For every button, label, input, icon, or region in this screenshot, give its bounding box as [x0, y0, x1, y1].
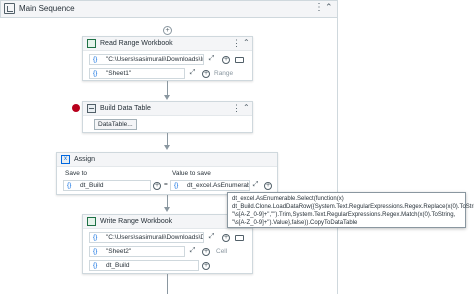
read-range-sheet-input[interactable]: {} "Sheet1": [89, 68, 185, 79]
assign-header: x Assign: [57, 153, 277, 167]
read-range-path-value: "C:\Users\sasimurali\Downloads\Input: [106, 56, 204, 63]
add-variable-icon[interactable]: +: [202, 248, 210, 256]
expand-editor-icon[interactable]: ⤢: [188, 69, 197, 78]
write-range-datatable-value: dt_Build: [106, 262, 130, 269]
read-range-title: Read Range Workbook: [100, 40, 173, 47]
write-range-datatable-input[interactable]: {} dt_Build: [89, 260, 199, 271]
table-icon: [87, 104, 96, 113]
write-range-title: Write Range Workbook: [100, 218, 173, 225]
connector-line: [167, 133, 168, 145]
assign-title: Assign: [74, 156, 96, 163]
write-range-sheet-value: "Sheet2": [106, 248, 132, 255]
build-table-menu-icon[interactable]: ⋮: [232, 103, 241, 114]
expression-icon: {}: [67, 182, 72, 189]
range-placeholder[interactable]: Range: [214, 70, 233, 77]
read-range-header: Read Range Workbook ⋮ ⌃: [83, 37, 252, 51]
add-variable-icon[interactable]: +: [153, 182, 161, 190]
value-to-save-input[interactable]: {} dt_excel.AsEnumerable: [170, 180, 250, 191]
expression-tooltip: dt_excel.AsEnumerable.Select(function(x)…: [227, 192, 474, 228]
expression-icon: {}: [93, 262, 98, 269]
equals-sign: =: [164, 181, 168, 188]
write-range-path-value: "C:\Users\sasimurali\Downloads\DELE: [106, 234, 203, 241]
excel-icon: [87, 217, 96, 226]
cell-placeholder[interactable]: Cell: [216, 248, 227, 255]
add-activity-icon[interactable]: +: [163, 26, 172, 35]
connector-arrow: [164, 207, 170, 212]
expand-editor-icon[interactable]: ⤢: [251, 181, 260, 190]
read-range-card[interactable]: Read Range Workbook ⋮ ⌃ {} "C:\Users\sas…: [82, 36, 253, 81]
add-variable-icon[interactable]: +: [202, 262, 210, 270]
build-table-collapse-icon[interactable]: ⌃: [243, 103, 250, 112]
read-range-sheet-value: "Sheet1": [106, 70, 132, 77]
connector-arrow: [164, 95, 170, 100]
browse-folder-icon[interactable]: [235, 235, 244, 241]
connector-arrow: [164, 145, 170, 150]
expand-editor-icon[interactable]: ⤢: [207, 55, 216, 64]
read-range-collapse-icon[interactable]: ⌃: [243, 38, 250, 47]
assign-card[interactable]: x Assign Save to Value to save {} dt_Bui…: [56, 152, 278, 195]
read-range-menu-icon[interactable]: ⋮: [232, 38, 241, 49]
expression-icon: {}: [93, 70, 98, 77]
add-variable-icon[interactable]: +: [222, 56, 230, 64]
save-to-value: dt_Build: [80, 182, 104, 189]
write-range-sheet-input[interactable]: {} "Sheet2": [89, 246, 185, 257]
expression-icon: {}: [174, 182, 179, 189]
save-to-input[interactable]: {} dt_Build: [63, 180, 151, 191]
expression-icon: {}: [93, 248, 98, 255]
connector-line: [167, 81, 168, 95]
sequence-title: Main Sequence: [19, 4, 75, 13]
browse-folder-icon[interactable]: [235, 57, 244, 63]
sequence-menu-icon[interactable]: ⋮: [314, 2, 324, 13]
save-to-label: Save to: [65, 170, 88, 177]
value-to-save-label: Value to save: [172, 170, 211, 177]
add-variable-icon[interactable]: +: [264, 182, 272, 190]
build-table-title: Build Data Table: [100, 105, 151, 112]
write-range-path-input[interactable]: {} "C:\Users\sasimurali\Downloads\DELE: [89, 232, 204, 243]
build-table-header: Build Data Table ⋮ ⌃: [83, 102, 252, 116]
sequence-icon: [4, 3, 15, 14]
assign-icon: x: [61, 155, 70, 164]
sequence-collapse-icon[interactable]: ⌃: [325, 2, 333, 13]
add-variable-icon[interactable]: +: [222, 234, 230, 242]
expression-icon: {}: [93, 234, 98, 241]
build-table-card[interactable]: Build Data Table ⋮ ⌃ DataTable...: [82, 101, 253, 133]
connector-line: [167, 195, 168, 207]
connector-line: [167, 274, 168, 294]
expression-icon: {}: [93, 56, 98, 63]
expand-editor-icon[interactable]: ⤢: [188, 247, 197, 256]
read-range-path-input[interactable]: {} "C:\Users\sasimurali\Downloads\Input: [89, 54, 204, 65]
value-to-save-value: dt_excel.AsEnumerable: [187, 182, 250, 189]
add-variable-icon[interactable]: +: [202, 70, 210, 78]
canvas-divider: [337, 0, 338, 294]
datatable-button[interactable]: DataTable...: [94, 119, 137, 130]
expand-editor-icon[interactable]: ⤢: [207, 233, 216, 242]
breakpoint-icon[interactable]: [72, 104, 80, 112]
excel-icon: [87, 39, 96, 48]
